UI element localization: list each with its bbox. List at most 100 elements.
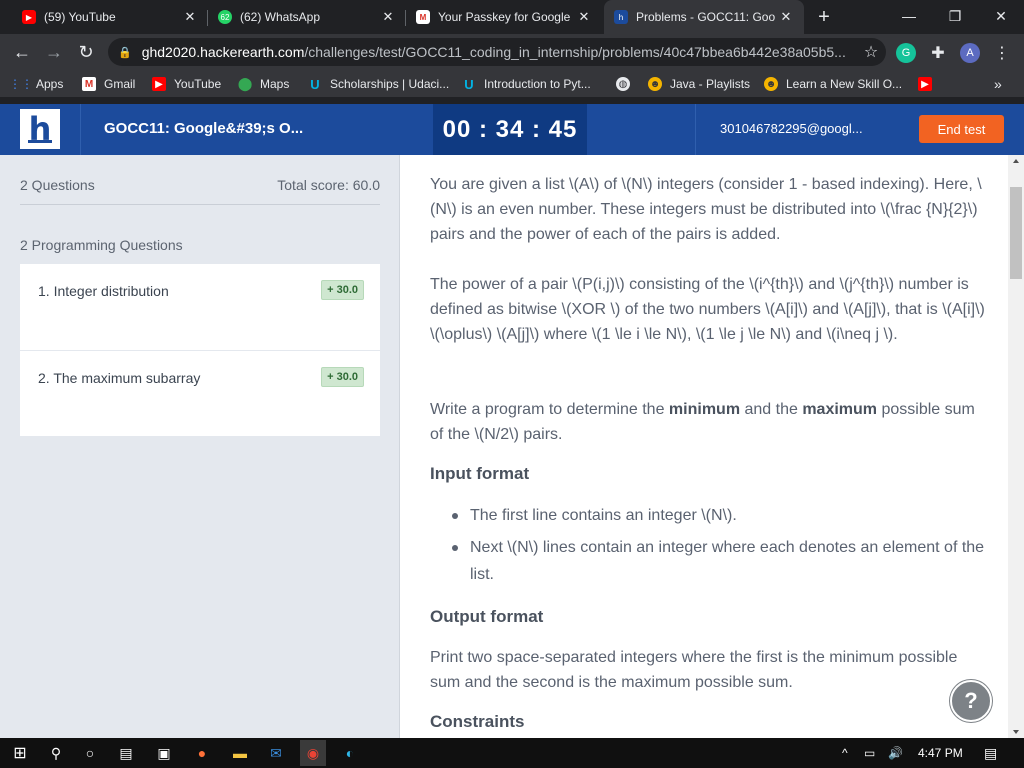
browser-tab-strip: ▶ (59) YouTube ✕ 62 (62) WhatsApp ✕ M Yo… [0, 0, 1024, 34]
sidebar-summary: 2 Questions Total score: 60.0 [20, 177, 380, 193]
close-window-icon[interactable]: ✕ [978, 0, 1024, 32]
network-icon[interactable]: ▭ [864, 738, 875, 768]
bookmark-label: Maps [260, 77, 290, 91]
youtube-icon: ▶ [152, 77, 166, 91]
chrome-icon[interactable]: ◉ [300, 740, 326, 766]
search-icon[interactable]: ⚲ [46, 743, 66, 763]
whatsapp-icon: 62 [218, 10, 232, 24]
edge-icon[interactable]: ◐ [340, 743, 360, 763]
more-bookmarks-icon[interactable]: » [994, 70, 1002, 98]
question-title: 2. The maximum subarray [38, 370, 201, 386]
close-icon[interactable]: ✕ [182, 9, 198, 25]
youtube-icon: ▶ [918, 77, 932, 91]
section-title: 2 Programming Questions [20, 237, 183, 253]
bookmark-udacity[interactable]: U Scholarships | Udaci... [308, 70, 449, 98]
emphasis-maximum: maximum [802, 401, 878, 418]
gmail-icon: M [82, 77, 96, 91]
url-text: ghd2020.hackerearth.com/challenges/test/… [142, 44, 856, 60]
cortana-icon[interactable]: ○ [80, 743, 100, 763]
hackerearth-logo[interactable]: h [20, 109, 60, 149]
divider [20, 204, 380, 205]
help-button[interactable]: ? [950, 680, 992, 722]
scroll-down-icon[interactable] [1013, 730, 1019, 734]
bookmark-python[interactable]: U Introduction to Pyt... [462, 70, 591, 98]
bookmark-apps[interactable]: ⋮⋮ Apps [9, 70, 64, 98]
new-tab-button[interactable]: + [812, 4, 836, 30]
bookmark-label: Java - Playlists [670, 77, 751, 91]
skill-icon: ☻ [764, 77, 778, 91]
header-divider [695, 104, 696, 155]
bookmark-label: Gmail [104, 77, 136, 91]
firefox-icon[interactable]: ● [192, 743, 212, 763]
reload-icon[interactable]: ↻ [72, 38, 100, 66]
bookmark-youtube[interactable]: ▶ YouTube [152, 70, 221, 98]
restore-icon[interactable]: ❐ [932, 0, 978, 32]
playlist-icon: ☻ [648, 77, 662, 91]
list-item: Next \(N\) lines contain an integer wher… [430, 534, 985, 588]
tab-label: Your Passkey for Google [438, 10, 571, 24]
scroll-up-icon[interactable] [1013, 159, 1019, 163]
grammarly-icon[interactable]: G [896, 43, 916, 63]
bookmarks-bar: ⋮⋮ Apps M Gmail ▶ YouTube ⬤ Maps U Schol… [0, 70, 1024, 98]
close-icon[interactable]: ✕ [778, 9, 794, 25]
extensions-puzzle-icon[interactable]: ✚ [928, 43, 948, 63]
close-icon[interactable]: ✕ [576, 9, 592, 25]
bookmark-globe[interactable]: ◍ [616, 70, 638, 98]
end-test-button[interactable]: End test [919, 115, 1004, 143]
url-host: ghd2020.hackerearth.com [141, 44, 305, 60]
bookmark-learn[interactable]: ☻ Learn a New Skill O... [764, 70, 902, 98]
questions-count: 2 Questions [20, 177, 95, 193]
constraints-heading: Constraints [430, 712, 525, 731]
tab-label: Problems - GOCC11: Goo [636, 10, 776, 24]
page-scrollbar[interactable] [1008, 155, 1024, 738]
bookmark-java[interactable]: ☻ Java - Playlists [648, 70, 750, 98]
site-header: h GOCC11: Google&#39;s O... 00 : 34 : 45… [0, 104, 1024, 155]
menu-kebab-icon[interactable]: ⋮ [992, 43, 1012, 63]
address-bar[interactable]: 🔒 ghd2020.hackerearth.com/challenges/tes… [108, 38, 886, 66]
header-divider [80, 104, 81, 155]
mail-icon[interactable]: ✉ [266, 743, 286, 763]
windows-start-icon[interactable]: ⊞ [10, 743, 30, 763]
forward-icon[interactable]: → [40, 38, 68, 66]
task-view-icon[interactable]: ▤ [116, 743, 136, 763]
back-icon[interactable]: ← [8, 38, 36, 66]
problem-statement: You are given a list \(A\) of \(N\) inte… [400, 155, 1008, 738]
bookmark-label: Introduction to Pyt... [484, 77, 591, 91]
bookmark-label: Learn a New Skill O... [786, 77, 903, 91]
gmail-icon: M [416, 10, 430, 24]
user-email[interactable]: 301046782295@googl... [720, 121, 863, 136]
score-badge: + 30.0 [321, 367, 364, 387]
clock[interactable]: 4:47 PM [918, 738, 963, 768]
problem-paragraph-3: Write a program to determine the minimum… [430, 397, 985, 447]
list-item: The first line contains an integer \(N\)… [430, 502, 985, 529]
scroll-thumb[interactable] [1010, 187, 1022, 279]
bookmark-gmail[interactable]: M Gmail [82, 70, 135, 98]
emphasis-minimum: minimum [668, 401, 741, 418]
score-badge: + 30.0 [321, 280, 364, 300]
tab-hackerearth[interactable]: h Problems - GOCC11: Goo ✕ [604, 0, 804, 34]
tray-chevron-icon[interactable]: ^ [842, 738, 848, 768]
bookmark-youtube-2[interactable]: ▶ [918, 70, 940, 98]
close-icon[interactable]: ✕ [380, 9, 396, 25]
minimize-icon[interactable]: — [886, 0, 932, 32]
contest-title: GOCC11: Google&#39;s O... [104, 120, 304, 137]
tab-gmail[interactable]: M Your Passkey for Google ✕ [406, 0, 602, 34]
url-path: /challenges/test/GOCC11_coding_in_intern… [304, 44, 846, 60]
bookmark-label: Scholarships | Udaci... [330, 77, 450, 91]
tab-youtube[interactable]: ▶ (59) YouTube ✕ [12, 0, 208, 34]
bookmark-star-icon[interactable]: ☆ [856, 42, 886, 62]
text-fragment: Write a program to determine the [430, 401, 669, 418]
question-item-integer-distribution[interactable]: 1. Integer distribution + 30.0 [20, 264, 380, 350]
store-icon[interactable]: ▣ [154, 743, 174, 763]
bookmark-maps[interactable]: ⬤ Maps [238, 70, 290, 98]
file-explorer-icon[interactable]: ▬ [230, 743, 250, 763]
globe-icon: ◍ [616, 77, 630, 91]
text-fragment: and the [740, 401, 803, 418]
bookmark-label: Apps [36, 77, 64, 91]
notifications-icon[interactable]: ▤ [984, 738, 997, 768]
profile-avatar[interactable]: A [960, 43, 980, 63]
volume-icon[interactable]: 🔊 [888, 738, 903, 768]
total-score: Total score: 60.0 [277, 177, 380, 193]
question-item-maximum-subarray[interactable]: 2. The maximum subarray + 30.0 [20, 350, 380, 436]
tab-whatsapp[interactable]: 62 (62) WhatsApp ✕ [208, 0, 406, 34]
